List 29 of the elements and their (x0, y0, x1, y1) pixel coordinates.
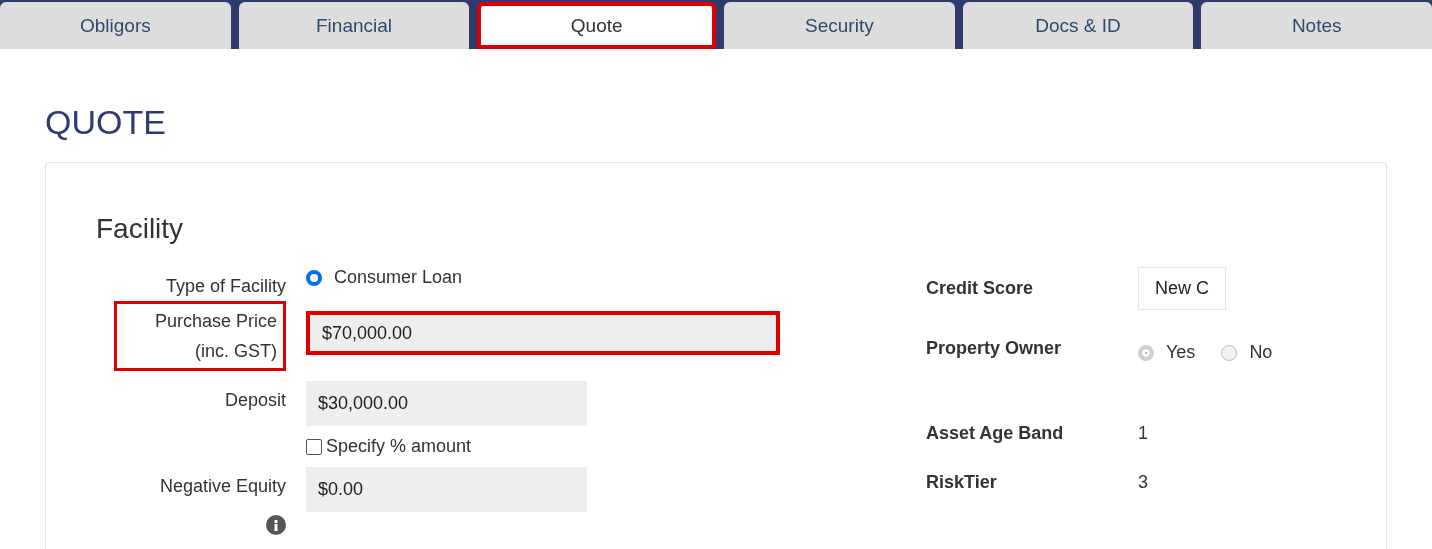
input-field[interactable]: $70,000.00 (306, 311, 780, 355)
field-label: Property Owner (926, 338, 1063, 359)
field-label: RiskTier (926, 472, 998, 493)
field-label: Credit Score (926, 278, 1035, 299)
field-label: Negative Equity (159, 475, 286, 498)
page-title: QUOTE (45, 103, 167, 142)
input-field[interactable]: $30,000.00 (306, 381, 587, 426)
checkbox-label: Specify % amount (326, 436, 472, 457)
radio-label: Yes (1166, 342, 1196, 363)
checkbox[interactable] (306, 438, 322, 455)
field-label: Asset Age Band (926, 423, 1065, 444)
field-value: 1 (1138, 423, 1149, 444)
radio-label: Consumer Loan (334, 267, 463, 288)
tab[interactable]: Docs & ID (962, 2, 1194, 49)
field-label: Type of Facility (165, 275, 286, 298)
tab[interactable]: Notes (1201, 2, 1432, 49)
value-field[interactable]: New C (1138, 267, 1226, 310)
field-value: 3 (1138, 472, 1149, 493)
tab[interactable]: Quote (477, 2, 716, 49)
field-label: Deposit (224, 389, 286, 412)
radio-label: No (1249, 342, 1273, 363)
tab[interactable]: Obligors (0, 2, 231, 49)
section-title: Facility (96, 213, 185, 245)
input-field[interactable]: $0.00 (306, 467, 587, 512)
tab[interactable]: Financial (238, 2, 470, 49)
field-label: Purchase Price (inc. GST) (114, 301, 286, 371)
info-icon[interactable] (266, 515, 286, 535)
radio-button[interactable] (306, 269, 322, 286)
tab[interactable]: Security (724, 2, 955, 49)
